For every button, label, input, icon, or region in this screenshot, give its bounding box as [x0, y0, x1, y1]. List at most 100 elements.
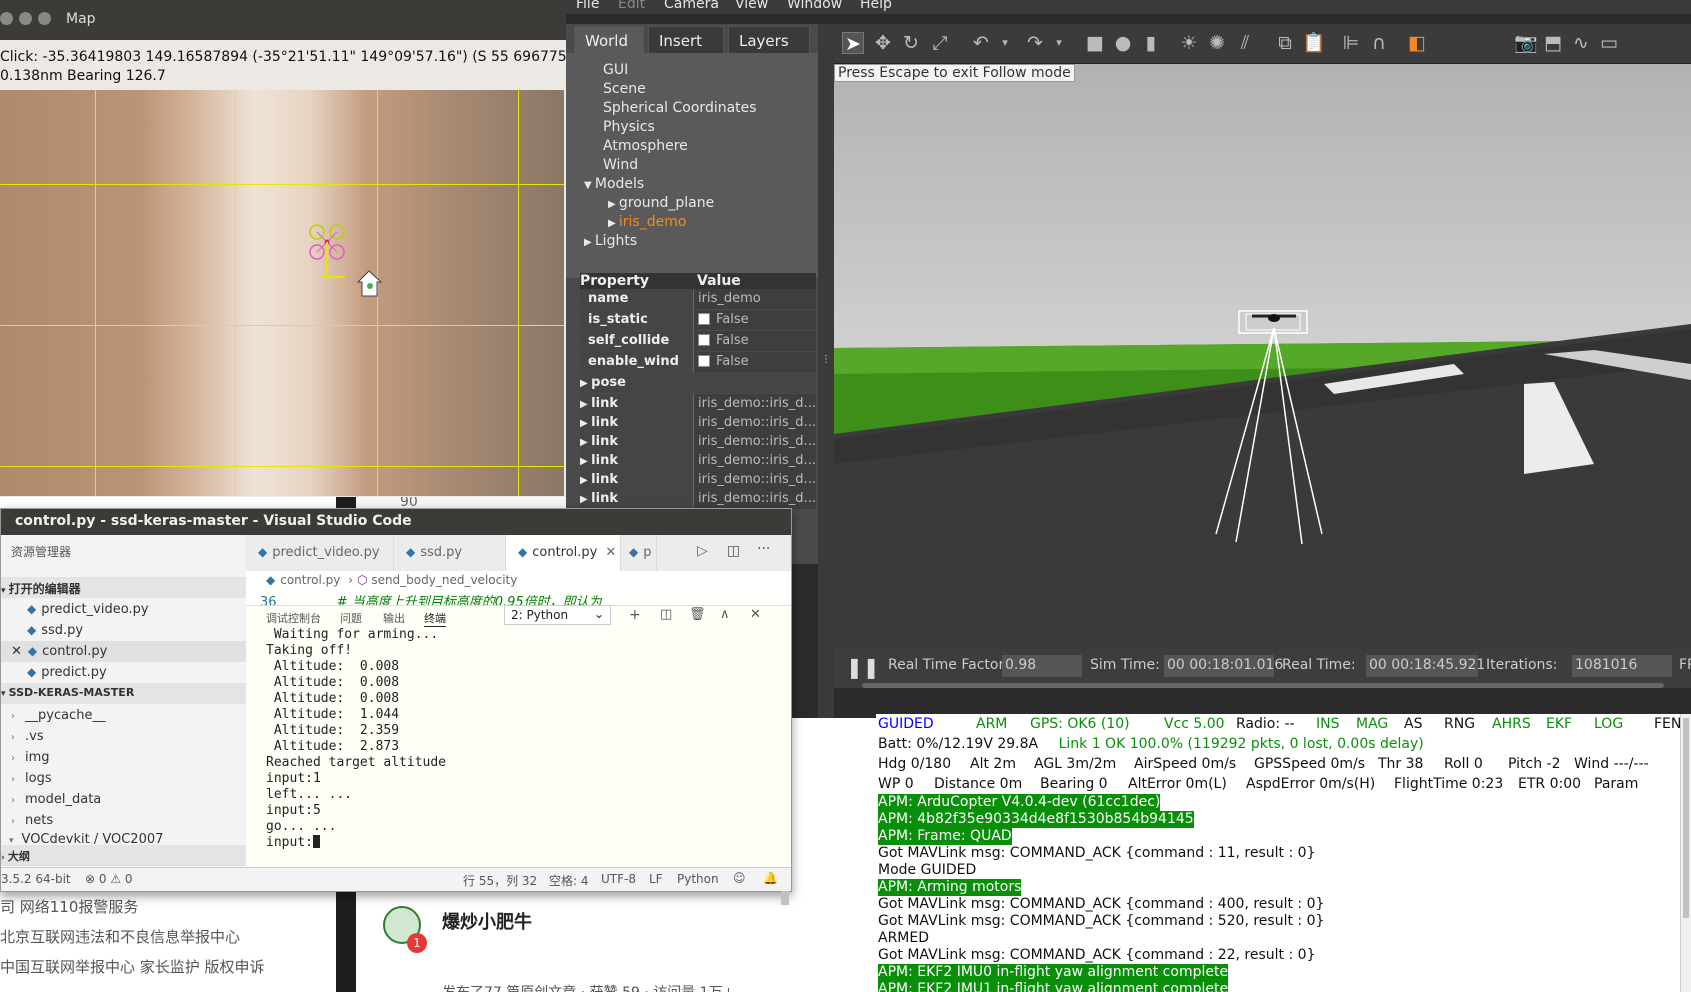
- checkbox[interactable]: [698, 355, 710, 367]
- folder-logs[interactable]: › logs: [1, 768, 246, 789]
- close-panel-icon[interactable]: ✕: [750, 607, 761, 622]
- folder-img[interactable]: › img: [1, 747, 246, 768]
- menu-file[interactable]: File: [576, 0, 599, 12]
- snap-icon[interactable]: ∩: [1368, 32, 1390, 54]
- close-window-icon[interactable]: [0, 12, 13, 25]
- menu-help[interactable]: Help: [860, 0, 892, 12]
- language-mode[interactable]: Python: [677, 872, 719, 886]
- checkbox[interactable]: [698, 334, 710, 346]
- prop-row-name[interactable]: name iris_demo: [580, 289, 816, 309]
- copy-icon[interactable]: ⧉: [1274, 32, 1296, 54]
- prop-row-link[interactable]: ▶ link iris_demo::iris_d...: [580, 413, 816, 433]
- trash-icon[interactable]: 🗑: [689, 607, 706, 622]
- view-angle-icon[interactable]: ◧: [1406, 32, 1428, 54]
- paste-icon[interactable]: 📋: [1302, 32, 1326, 54]
- tab-world[interactable]: World: [574, 26, 644, 53]
- maximize-window-icon[interactable]: [38, 12, 51, 25]
- prop-row-link[interactable]: ▶ link iris_demo::iris_d...: [580, 394, 816, 414]
- prop-row-enable-wind[interactable]: enable_wind False: [580, 352, 816, 372]
- tree-item-iris-demo[interactable]: ▶ iris_demo: [608, 213, 686, 233]
- tab-insert[interactable]: Insert: [648, 26, 724, 53]
- split-terminal-icon[interactable]: ◫: [660, 607, 672, 622]
- prop-row-is-static[interactable]: is_static False: [580, 310, 816, 330]
- record-video-icon[interactable]: ▭: [1598, 32, 1620, 54]
- terminal-select[interactable]: 2: Python ⌄: [504, 605, 611, 625]
- menu-window[interactable]: Window: [787, 0, 842, 12]
- vertical-scrollbar[interactable]: [1680, 714, 1691, 992]
- plot-icon[interactable]: ∿: [1570, 32, 1592, 54]
- tab-ssd[interactable]: ◆ ssd.py: [394, 535, 506, 571]
- encoding[interactable]: UTF-8: [601, 872, 636, 886]
- author-name[interactable]: 爆炒小肥牛: [442, 908, 532, 934]
- directional-light-icon[interactable]: ⫽: [1234, 32, 1256, 54]
- feedback-icon[interactable]: ☺: [733, 871, 746, 885]
- prop-row-pose[interactable]: ▶ pose: [580, 373, 816, 393]
- footer-link-china-report[interactable]: 中国互联网举报中心 家长监护 版权申诉: [0, 956, 265, 977]
- scale-mode-icon[interactable]: ⤢: [929, 32, 951, 54]
- tab-predict-video[interactable]: ◆ predict_video.py: [246, 535, 394, 571]
- redo-icon[interactable]: ↷: [1024, 32, 1046, 54]
- more-actions-icon[interactable]: ···: [757, 541, 770, 557]
- close-icon[interactable]: ✕: [605, 545, 616, 560]
- box-shape-icon[interactable]: ■: [1084, 32, 1106, 54]
- rotate-mode-icon[interactable]: ↻: [900, 32, 922, 54]
- align-icon[interactable]: ⊫: [1340, 32, 1362, 54]
- screenshot-icon[interactable]: 📷: [1514, 32, 1538, 54]
- point-light-icon[interactable]: ☀: [1178, 32, 1200, 54]
- python-interpreter[interactable]: 3.5.2 64-bit: [1, 872, 71, 886]
- checkbox[interactable]: [698, 313, 710, 325]
- select-mode-icon[interactable]: ➤: [842, 32, 864, 55]
- outline-section[interactable]: › 大纲: [1, 845, 246, 866]
- tree-item-atmosphere[interactable]: Atmosphere: [603, 137, 688, 156]
- close-icon[interactable]: ✕: [11, 644, 22, 659]
- tab-predict[interactable]: ◆ p: [621, 535, 657, 571]
- code-line[interactable]: 36 # 当高度上升到目标高度的0.95倍时，即认为: [246, 591, 791, 605]
- redo-dropdown-icon[interactable]: ▾: [1048, 32, 1070, 54]
- tree-item-wind[interactable]: Wind: [603, 156, 638, 175]
- sphere-shape-icon[interactable]: ●: [1112, 32, 1134, 54]
- tab-debug-console[interactable]: 调试控制台: [266, 610, 321, 626]
- breadcrumb-function[interactable]: send_body_ned_velocity: [371, 573, 517, 587]
- folder-vs[interactable]: › .vs: [1, 726, 246, 747]
- prop-row-link[interactable]: ▶ link iris_demo::iris_d...: [580, 451, 816, 471]
- tree-item-gui[interactable]: GUI: [603, 61, 628, 80]
- scroll-thumb[interactable]: [1683, 718, 1689, 918]
- undo-dropdown-icon[interactable]: ▾: [994, 32, 1016, 54]
- folder-model-data[interactable]: › model_data: [1, 789, 246, 810]
- split-editor-icon[interactable]: ◫: [727, 543, 740, 559]
- breadcrumb-file[interactable]: control.py: [280, 573, 340, 587]
- menu-edit[interactable]: Edit: [618, 0, 645, 12]
- log-icon[interactable]: ⬒: [1542, 32, 1564, 54]
- tab-control[interactable]: ◆ control.py ✕: [506, 535, 621, 571]
- open-file-control[interactable]: ✕ ◆ control.py: [1, 641, 246, 662]
- undo-icon[interactable]: ↶: [970, 32, 992, 54]
- problems-count[interactable]: ⊗ 0 ⚠ 0: [85, 872, 133, 886]
- tree-item-ground-plane[interactable]: ▶ ground_plane: [608, 194, 714, 214]
- footer-link-beijing-report[interactable]: 北京互联网违法和不良信息举报中心: [0, 926, 240, 947]
- open-file-ssd[interactable]: ◆ ssd.py: [1, 620, 246, 641]
- menu-camera[interactable]: Camera: [664, 0, 719, 12]
- prop-row-self-collide[interactable]: self_collide False: [580, 331, 816, 351]
- indentation[interactable]: 空格: 4: [549, 872, 589, 889]
- footer-link-police[interactable]: 司 网络110报警服务: [0, 896, 138, 917]
- 3d-viewport[interactable]: Press Escape to exit Follow mode: [834, 64, 1691, 647]
- satellite-map[interactable]: [0, 90, 564, 496]
- prop-row-link[interactable]: ▶ link iris_demo::iris_d...: [580, 432, 816, 452]
- run-icon[interactable]: ▷: [697, 543, 708, 559]
- menu-view[interactable]: View: [735, 0, 768, 12]
- translate-mode-icon[interactable]: ✥: [872, 32, 894, 54]
- pause-icon[interactable]: ❚❚: [846, 655, 880, 679]
- tab-terminal[interactable]: 终端: [424, 610, 446, 627]
- horizontal-scrollbar[interactable]: [862, 683, 1664, 688]
- tree-item-physics[interactable]: Physics: [603, 118, 655, 137]
- open-file-predict-video[interactable]: ◆ predict_video.py: [1, 599, 246, 620]
- folder-nets[interactable]: › nets: [1, 810, 246, 831]
- tab-layers[interactable]: Layers: [728, 26, 810, 53]
- minimize-window-icon[interactable]: [19, 12, 32, 25]
- tab-output[interactable]: 输出: [383, 610, 405, 626]
- tree-item-models[interactable]: ▼ Models: [584, 175, 644, 195]
- cursor-position[interactable]: 行 55，列 32: [463, 872, 537, 889]
- tab-problems[interactable]: 问题: [340, 610, 362, 626]
- panel-splitter[interactable]: ⋮: [818, 24, 834, 718]
- bell-icon[interactable]: 🔔: [763, 871, 778, 885]
